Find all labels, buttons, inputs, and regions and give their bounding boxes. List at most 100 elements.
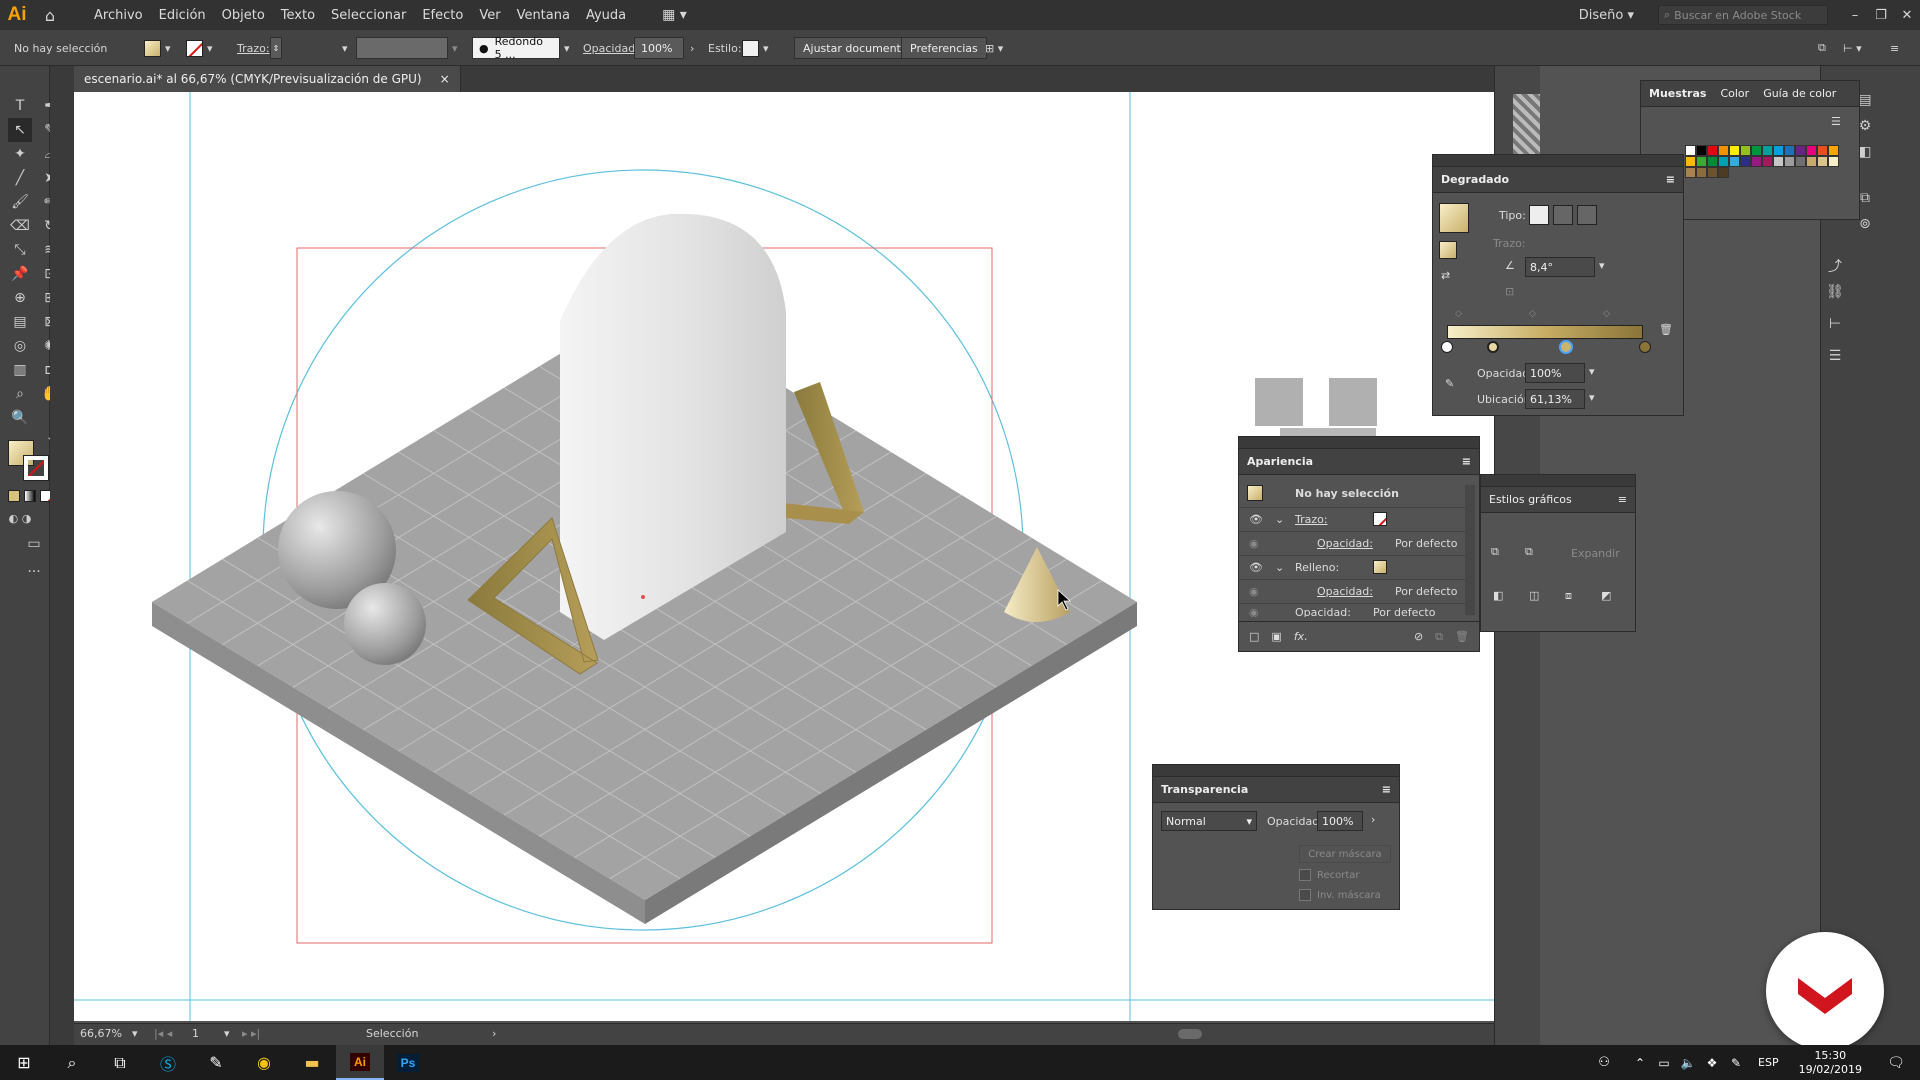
color-swatch[interactable] bbox=[1817, 145, 1828, 156]
color-swatch[interactable] bbox=[1828, 145, 1839, 156]
swatch-grid[interactable] bbox=[1685, 145, 1841, 178]
fill-swatch[interactable] bbox=[144, 39, 161, 57]
people-icon[interactable]: ⚇ bbox=[1580, 1045, 1628, 1080]
menu-seleccionar[interactable]: Seleccionar bbox=[323, 8, 414, 23]
minimize-icon[interactable]: – bbox=[1842, 8, 1868, 23]
color-swatch[interactable] bbox=[1817, 156, 1828, 167]
fx-icon[interactable]: fx. bbox=[1294, 630, 1308, 643]
chevron-down-icon[interactable]: ▾ bbox=[224, 1027, 230, 1040]
taskbar-search-icon[interactable]: ⌕ bbox=[48, 1045, 96, 1080]
dropbox-icon[interactable]: ❖ bbox=[1700, 1045, 1724, 1080]
add-stroke-icon[interactable]: □ bbox=[1249, 630, 1259, 643]
color-swatch[interactable] bbox=[1740, 156, 1751, 167]
pen-tray-icon[interactable]: ✎ bbox=[1724, 1045, 1748, 1080]
reverse-icon[interactable]: ⇄ bbox=[1441, 269, 1450, 282]
color-swatch[interactable] bbox=[1762, 145, 1773, 156]
shape-builder-icon[interactable]: ⊕ bbox=[8, 286, 32, 310]
tray-arrow-icon[interactable]: ⌃ bbox=[1628, 1045, 1652, 1080]
opacity-label[interactable]: Opacidad: bbox=[583, 37, 639, 59]
color-stop[interactable] bbox=[1487, 341, 1499, 353]
menu-objeto[interactable]: Objeto bbox=[214, 8, 273, 23]
fill-stroke-mini[interactable] bbox=[1439, 241, 1457, 259]
volume-icon[interactable]: 🔈 bbox=[1676, 1045, 1700, 1080]
eyedropper-icon[interactable]: ⌕ bbox=[8, 382, 32, 406]
gradient-icon[interactable]: ▤ bbox=[8, 310, 32, 334]
style-library-icon[interactable]: ⧉ bbox=[1491, 545, 1499, 559]
opacity-row-label[interactable]: Opacidad: bbox=[1317, 537, 1373, 550]
pathfinder-minus-icon[interactable]: ◫ bbox=[1529, 589, 1539, 602]
link-chain-icon[interactable]: ⛓ bbox=[1823, 280, 1847, 304]
panel-menu-icon[interactable]: ≡ bbox=[1666, 173, 1675, 186]
invert-checkbox-row[interactable]: Inv. máscara bbox=[1299, 889, 1381, 901]
color-swatch[interactable] bbox=[1685, 156, 1696, 167]
stroke-proxy-swatch[interactable] bbox=[23, 455, 49, 481]
duplicate-icon[interactable]: ⧉ bbox=[1435, 630, 1443, 644]
color-swatch[interactable] bbox=[1828, 156, 1839, 167]
trash-icon[interactable]: 🗑 bbox=[1659, 323, 1673, 336]
clip-checkbox-row[interactable]: Recortar bbox=[1299, 869, 1360, 881]
chevron-down-icon[interactable]: ▾ bbox=[207, 42, 213, 55]
color-swatch[interactable] bbox=[1751, 145, 1762, 156]
arrange-icon[interactable]: ⧉ bbox=[1818, 37, 1826, 59]
color-stop[interactable] bbox=[1441, 341, 1453, 353]
chevron-down-icon[interactable]: ▾ bbox=[1589, 365, 1595, 378]
color-swatch[interactable] bbox=[1718, 156, 1729, 167]
color-swatch[interactable] bbox=[1751, 156, 1762, 167]
variable-width-profile[interactable]: ▾ bbox=[356, 37, 458, 59]
freeform-type-button[interactable] bbox=[1577, 205, 1597, 225]
menu-ventana[interactable]: Ventana bbox=[509, 8, 578, 23]
pathfinder-unite-icon[interactable]: ◧ bbox=[1493, 589, 1503, 602]
color-swatch[interactable] bbox=[1795, 156, 1806, 167]
pathfinder-exclude-icon[interactable]: ◩ bbox=[1601, 589, 1611, 602]
chevron-right-icon[interactable]: › bbox=[492, 1027, 496, 1040]
color-stop-selected[interactable] bbox=[1559, 340, 1573, 354]
color-swatch[interactable] bbox=[1773, 145, 1784, 156]
opacity-row-label[interactable]: Opacidad: bbox=[1295, 606, 1351, 617]
transform-icon[interactable]: ⊢ ▾ bbox=[1843, 37, 1862, 59]
gradient-mode-icon[interactable] bbox=[24, 490, 36, 502]
task-view-icon[interactable]: ⧉ bbox=[96, 1045, 144, 1080]
stroke-row-swatch[interactable] bbox=[1373, 512, 1387, 526]
last-page-icon[interactable]: ▸ ▸| bbox=[242, 1027, 260, 1040]
align-icon[interactable]: ⊞ ▾ bbox=[985, 37, 1003, 59]
eye-icon[interactable]: ◉ bbox=[1249, 585, 1259, 598]
color-swatch[interactable] bbox=[1773, 156, 1784, 167]
stock-search[interactable]: ⌕ Buscar en Adobe Stock bbox=[1658, 5, 1828, 25]
stroke-label[interactable]: Trazo: bbox=[237, 37, 270, 59]
gradient-slider[interactable] bbox=[1447, 325, 1643, 339]
color-swatch[interactable] bbox=[1740, 145, 1751, 156]
stroke-swatch[interactable] bbox=[186, 39, 203, 57]
color-swatch[interactable] bbox=[1784, 145, 1795, 156]
fill-control[interactable]: ▾ bbox=[144, 37, 171, 59]
clear-appearance-icon[interactable]: ⊘ bbox=[1414, 630, 1423, 643]
preferences-button[interactable]: Preferencias bbox=[901, 37, 987, 59]
color-swatch[interactable] bbox=[1707, 167, 1718, 178]
input-language[interactable]: ESP bbox=[1748, 1056, 1789, 1069]
color-swatch[interactable] bbox=[1707, 156, 1718, 167]
blend-icon[interactable]: ◎ bbox=[8, 334, 32, 358]
midpoint-diamond[interactable]: ◇ bbox=[1529, 309, 1536, 319]
eye-icon[interactable]: ◉ bbox=[1249, 606, 1259, 617]
chevron-down-icon[interactable]: ▾ bbox=[165, 42, 171, 55]
invert-checkbox[interactable] bbox=[1299, 889, 1311, 901]
chevron-down-icon[interactable]: ▾ bbox=[1589, 391, 1595, 404]
pathfinder-intersect-icon[interactable]: ⧈ bbox=[1565, 589, 1572, 603]
chevron-down-icon[interactable]: ⌄ bbox=[1275, 561, 1284, 574]
chevron-down-icon[interactable]: ▾ bbox=[132, 1027, 138, 1040]
eye-icon[interactable]: ◉ bbox=[1249, 537, 1259, 550]
opacity-field[interactable]: 100% › bbox=[634, 37, 694, 59]
eye-icon[interactable]: 👁 bbox=[1249, 513, 1263, 526]
chevron-down-icon[interactable]: ▾ bbox=[342, 42, 348, 55]
chevron-down-icon[interactable]: ⌄ bbox=[1275, 513, 1284, 526]
clip-checkbox[interactable] bbox=[1299, 869, 1311, 881]
fit-document-button[interactable]: Ajustar documento bbox=[794, 37, 917, 59]
draw-mode-icon[interactable]: ◐ ◑ bbox=[8, 506, 32, 530]
appearance-scrollbar[interactable] bbox=[1465, 485, 1475, 615]
export-icon[interactable]: ⤴ bbox=[1823, 254, 1847, 278]
horizontal-scrollbar-thumb[interactable] bbox=[1178, 1029, 1202, 1039]
opacity-row-label[interactable]: Opacidad: bbox=[1317, 585, 1373, 598]
stroke-control[interactable]: ▾ bbox=[186, 37, 213, 59]
zoom-icon[interactable]: 🔍 bbox=[8, 406, 32, 430]
puppet-warp-icon[interactable]: 📌 bbox=[8, 262, 32, 286]
windows-start-icon[interactable]: ⊞ bbox=[0, 1045, 48, 1080]
